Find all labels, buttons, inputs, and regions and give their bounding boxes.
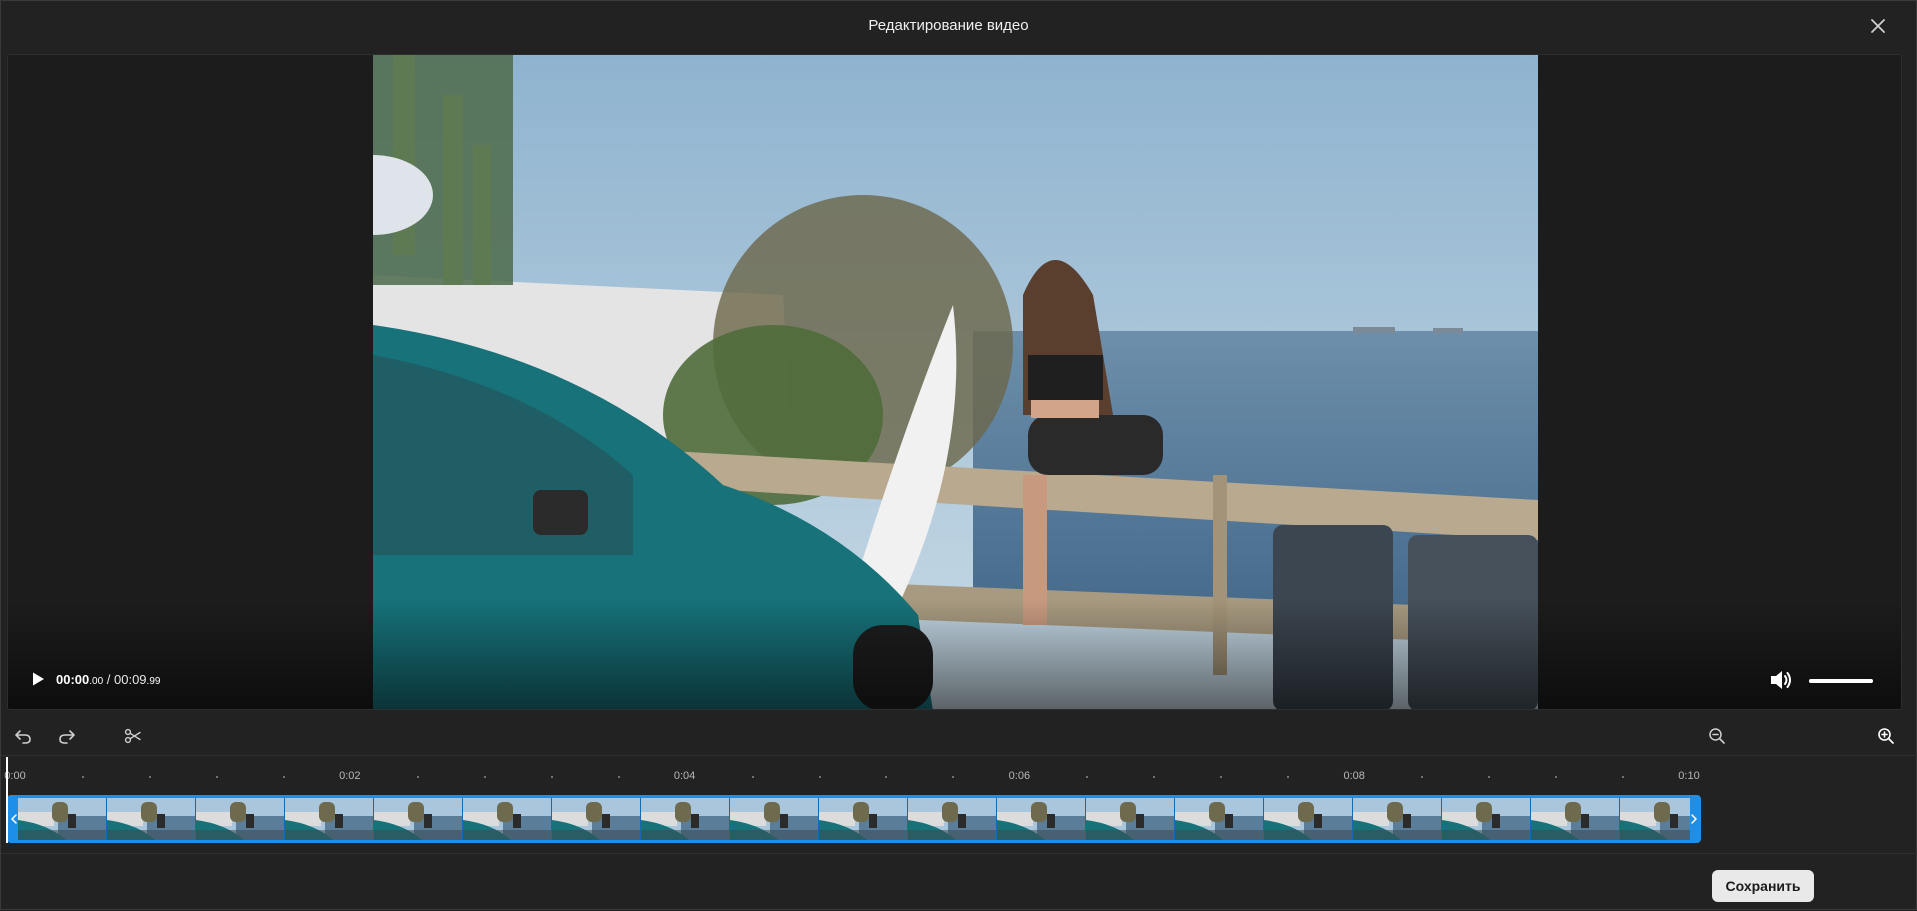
clip-thumbnail xyxy=(1442,798,1531,840)
dialog-footer: Сохранить xyxy=(1,853,1917,911)
ruler-tick-dot xyxy=(1287,776,1290,778)
ruler-tick-dot xyxy=(215,776,218,778)
zoom-in-button[interactable] xyxy=(1872,722,1900,750)
edit-toolbar xyxy=(1,716,1917,756)
clip-thumbnail xyxy=(285,798,374,840)
ruler-tick-label: 0:02 xyxy=(339,770,361,782)
ruler-tick-dot xyxy=(550,776,553,778)
clip-thumbnail xyxy=(997,798,1086,840)
player-controls: 00:00.00 / 00:09.99 xyxy=(8,653,1901,709)
ruler-tick-label: 0:06 xyxy=(1008,770,1031,782)
total-time: 00:09 xyxy=(114,672,147,687)
trim-end-handle[interactable] xyxy=(1690,798,1698,840)
ruler-tick-dot xyxy=(416,776,419,778)
clip-thumbnail xyxy=(1264,798,1353,840)
ruler-tick-dot xyxy=(282,776,285,778)
ruler-tick-dot xyxy=(952,776,955,778)
ruler-tick-dot xyxy=(81,776,84,778)
zoom-out-icon xyxy=(1709,728,1725,744)
clip-thumbnail xyxy=(730,798,819,840)
timeline-ruler[interactable]: 0:00 0:02 0:04 0:06 0:08 0:10 xyxy=(1,758,1917,794)
ruler-tick-label: 0:10 xyxy=(1678,770,1700,782)
ruler-tick-dot xyxy=(1220,776,1223,778)
total-time-ms: .99 xyxy=(146,676,161,687)
chevron-right-icon xyxy=(1691,814,1697,824)
clip-thumbnail xyxy=(107,798,196,840)
redo-icon xyxy=(59,730,75,744)
time-readout: 00:00.00 / 00:09.99 xyxy=(56,672,160,687)
ruler-tick-dot xyxy=(1555,776,1558,778)
ruler-tick-dot xyxy=(751,776,754,778)
dialog-titlebar: Редактирование видео xyxy=(1,1,1917,53)
clip-thumbnail xyxy=(196,798,285,840)
clip-thumbnails xyxy=(18,798,1690,840)
clip-thumbnail xyxy=(18,798,107,840)
clip-thumbnail xyxy=(374,798,463,840)
trim-start-handle[interactable] xyxy=(10,798,18,840)
video-preview[interactable]: 00:00.00 / 00:09.99 xyxy=(7,54,1902,710)
volume-slider[interactable] xyxy=(1809,677,1873,685)
ruler-tick-dot xyxy=(1153,776,1156,778)
zoom-in-icon xyxy=(1878,728,1894,744)
clip-thumbnail xyxy=(819,798,908,840)
ruler-tick-dot xyxy=(1622,776,1625,778)
clip-thumbnail xyxy=(463,798,552,840)
save-button[interactable]: Сохранить xyxy=(1712,870,1814,902)
clip-thumbnail xyxy=(1353,798,1442,840)
chevron-left-icon xyxy=(11,814,17,824)
ruler-tick-dot xyxy=(1086,776,1089,778)
current-time: 00:00 xyxy=(56,672,90,687)
clip-thumbnail xyxy=(908,798,997,840)
current-time-ms: .00 xyxy=(89,676,104,687)
clip-thumbnail xyxy=(1531,798,1620,840)
ruler-tick-dot xyxy=(885,776,888,778)
video-editor-dialog: Редактирование видео 00:00.00 / 00:09.99… xyxy=(0,0,1917,910)
ruler-tick-label: 0:04 xyxy=(673,770,696,782)
clip-thumbnail xyxy=(1086,798,1175,840)
close-icon xyxy=(1871,19,1885,33)
play-button[interactable] xyxy=(30,671,50,691)
time-separator: / xyxy=(103,672,114,687)
playhead[interactable] xyxy=(6,757,8,843)
clip-thumbnail xyxy=(1175,798,1264,840)
ruler-tick-dot xyxy=(1488,776,1491,778)
redo-button[interactable] xyxy=(53,722,81,750)
clip-thumbnail xyxy=(552,798,641,840)
scissors-icon xyxy=(124,728,141,744)
speaker-volume-icon xyxy=(1771,671,1791,689)
mute-button[interactable] xyxy=(1769,669,1795,691)
close-button[interactable] xyxy=(1866,14,1890,38)
video-clip-track[interactable] xyxy=(7,795,1701,843)
ruler-tick-dot xyxy=(617,776,620,778)
undo-icon xyxy=(15,730,31,744)
ruler-tick-dot xyxy=(818,776,821,778)
split-button[interactable] xyxy=(119,722,147,750)
ruler-tick-dot xyxy=(483,776,486,778)
volume-fill xyxy=(1809,679,1873,683)
ruler-tick-dot xyxy=(148,776,151,778)
play-icon xyxy=(33,672,44,686)
clip-thumbnail xyxy=(1620,798,1690,840)
undo-button[interactable] xyxy=(9,722,37,750)
ruler-tick-label: 0:08 xyxy=(1343,770,1365,782)
ruler-tick-dot xyxy=(1421,776,1424,778)
zoom-out-button[interactable] xyxy=(1703,722,1731,750)
clip-thumbnail xyxy=(641,798,730,840)
dialog-title: Редактирование видео xyxy=(868,17,1029,34)
